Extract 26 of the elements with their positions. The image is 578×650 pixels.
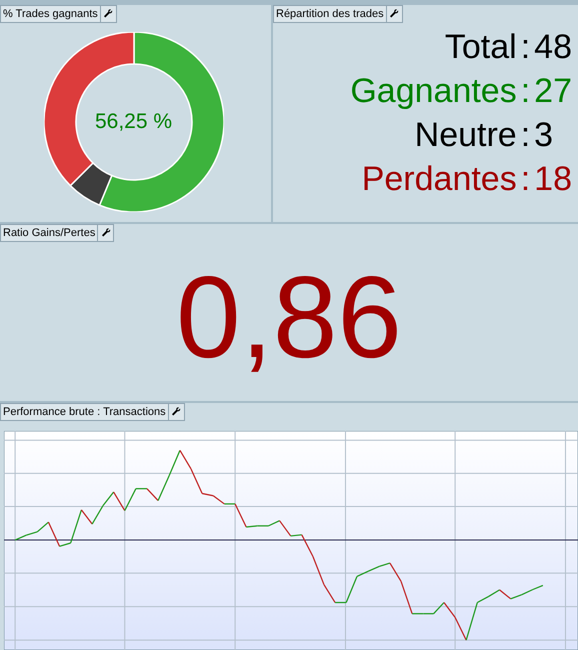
stat-label: Gagnantes (350, 71, 518, 112)
ratio-value: 0,86 (176, 258, 402, 374)
stat-value: 3 (534, 115, 554, 156)
stat-separator: : (520, 115, 532, 156)
panel-title: % Trades gagnants (0, 5, 101, 23)
win-percentage: 56,25 % (94, 109, 172, 136)
wrench-icon (171, 407, 182, 417)
panel-title: Performance brute : Transactions (0, 403, 169, 421)
stat-value: 27 (534, 71, 572, 112)
stat-value: 18 (534, 159, 572, 200)
stat-separator: : (520, 71, 532, 112)
settings-button[interactable] (98, 224, 114, 242)
stat-label: Perdantes (360, 159, 518, 200)
stat-label: Total (444, 27, 518, 68)
stat-value: 48 (534, 27, 572, 68)
wrench-icon (103, 9, 114, 19)
stat-separator: : (520, 159, 532, 200)
settings-button[interactable] (100, 5, 117, 23)
panel-title: Ratio Gains/Pertes (0, 224, 98, 242)
settings-button[interactable] (386, 5, 403, 23)
settings-button[interactable] (168, 403, 185, 421)
wrench-icon (389, 9, 400, 19)
stat-label: Neutre (414, 115, 518, 156)
stat-separator: : (520, 27, 532, 68)
wrench-icon (100, 228, 111, 238)
panel-title: Répartition des trades (273, 5, 387, 23)
